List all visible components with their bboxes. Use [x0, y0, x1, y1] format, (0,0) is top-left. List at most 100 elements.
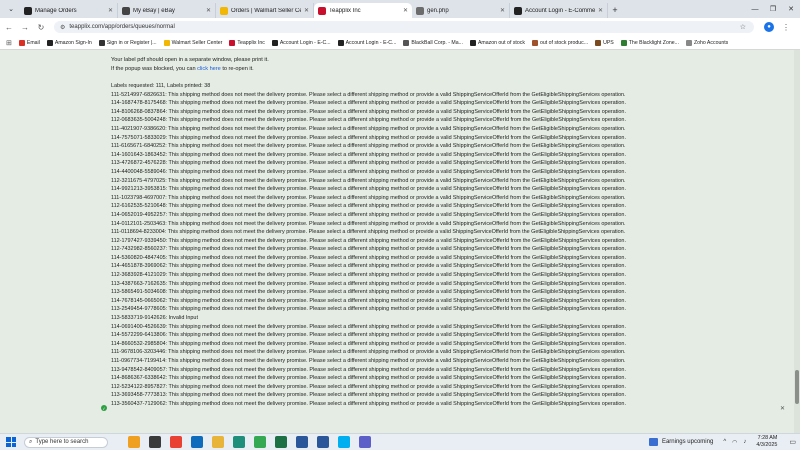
result-line: 111-4021907-9386620: This shipping metho… [111, 125, 626, 132]
file-explorer-icon[interactable] [212, 436, 224, 448]
tab-close-icon[interactable]: ✕ [598, 7, 603, 14]
teams-icon[interactable] [359, 436, 371, 448]
bookmark-item[interactable]: Zoho Accounts [685, 39, 728, 46]
bookmark-item[interactable]: UPS [595, 39, 614, 46]
bookmark-item[interactable]: Amazon out of stock [469, 39, 525, 46]
tab-close-icon[interactable]: ✕ [403, 7, 408, 14]
result-line: 111-1023798-4697007: This shipping metho… [111, 194, 626, 201]
result-line: 114-8660532-2985804: This shipping metho… [111, 340, 626, 347]
bookmark-label: Account Login - E-C... [345, 39, 397, 46]
result-line: 111-0967734-7199414: This shipping metho… [111, 358, 626, 364]
result-line: 114-4651878-3969062: This shipping metho… [111, 263, 626, 270]
scrollbar[interactable] [794, 50, 800, 433]
chrome-icon[interactable] [170, 436, 182, 448]
bookmark-label: Email [26, 39, 40, 46]
browser-tab[interactable]: gen.php ✕ [412, 3, 510, 18]
label-results: Labels requested: 111, Labels printed: 3… [111, 82, 671, 409]
tab-close-icon[interactable]: ✕ [500, 7, 505, 14]
toolbar: ← → ↻ ⚙ teapplix.com/app/orders/queues/n… [0, 18, 800, 36]
new-tab-button[interactable]: + [608, 3, 622, 17]
notifications-icon[interactable]: ▭ [789, 438, 796, 446]
result-line: 112-3683928-4121029: This shipping metho… [111, 272, 626, 279]
task-view-icon[interactable] [149, 436, 161, 448]
bookmark-item[interactable]: The Blacklight Zone... [620, 39, 679, 46]
bookmark-item[interactable]: Amazon Sign-In [46, 39, 92, 46]
minimize-button[interactable]: — [746, 0, 764, 18]
reopen-link[interactable]: click here [197, 66, 221, 72]
result-line: 113-4387663-7162635: This shipping metho… [111, 280, 626, 287]
reload-button[interactable]: ↻ [34, 20, 48, 34]
browser-tab[interactable]: My eBay | eBay ✕ [118, 3, 216, 18]
forward-button[interactable]: → [18, 20, 32, 34]
close-window-button[interactable]: ✕ [782, 0, 800, 18]
edge-icon[interactable] [233, 436, 245, 448]
result-line: 112-0683635-5004248: This shipping metho… [111, 117, 626, 124]
word-icon[interactable] [317, 436, 329, 448]
tab-title: Account Login - E-Commerce [525, 7, 595, 14]
search-icon: ⌕ [29, 438, 33, 445]
store-icon[interactable] [296, 436, 308, 448]
copilot-icon[interactable] [128, 436, 140, 448]
result-line: 114-5360820-4847405: This shipping metho… [111, 254, 626, 261]
bookmark-item[interactable]: Teapplix Inc [229, 39, 265, 46]
bookmark-star-icon[interactable]: ☆ [740, 23, 746, 31]
bookmark-item[interactable]: out of stock produc... [531, 39, 588, 46]
bookmark-item[interactable]: Account Login - E-C... [337, 39, 397, 46]
result-line: 114-0691400-4526639: This shipping metho… [111, 323, 626, 330]
excel-icon[interactable] [275, 436, 287, 448]
browser-tab[interactable]: Teapplix Inc ✕ [314, 3, 412, 18]
back-button[interactable]: ← [2, 20, 16, 34]
address-bar[interactable]: ⚙ teapplix.com/app/orders/queues/normal … [54, 21, 754, 33]
result-line: 114-9921213-3953815: This shipping metho… [111, 186, 626, 193]
result-line: 113-3560437-7129062: This shipping metho… [111, 400, 626, 407]
wifi-icon[interactable]: ◠ [732, 439, 737, 446]
tab-close-icon[interactable]: ✕ [206, 7, 211, 14]
chrome-icon-2[interactable] [254, 436, 266, 448]
result-line: 114-5572299-6413806: This shipping metho… [111, 332, 626, 339]
browser-menu-button[interactable]: ⋮ [782, 23, 790, 32]
bookmark-item[interactable]: BlackBall Corp. - Ma... [403, 39, 463, 46]
result-line: 113-3693458-7773813: This shipping metho… [111, 392, 626, 399]
result-line: 112-1797427-9339450: This shipping metho… [111, 237, 626, 244]
taskbar-apps [128, 436, 371, 448]
result-line: 113-5833719-9142626: Invalid Input [111, 315, 198, 322]
close-icon[interactable]: ✕ [780, 405, 785, 412]
tab-close-icon[interactable]: ✕ [108, 7, 113, 14]
clock[interactable]: 7:28 AM 4/3/2025 [756, 435, 777, 449]
bookmark-item[interactable]: Account Login - E-C... [271, 39, 331, 46]
browser-tab[interactable]: Account Login - E-Commerce✕ [510, 3, 608, 18]
bookmark-item[interactable]: Sign in or Register |... [98, 39, 157, 46]
result-line: 111-9678106-3203446: This shipping metho… [111, 349, 626, 356]
result-line: 113-9478542-8409057: This shipping metho… [111, 366, 626, 373]
bookmark-label: Walmart Seller Center [171, 39, 223, 46]
system-tray: ^ ◠ ♪ [723, 439, 746, 446]
scrollbar-thumb[interactable] [795, 370, 799, 404]
volume-icon[interactable]: ♪ [743, 439, 746, 445]
bookmark-label: Amazon out of stock [477, 39, 525, 46]
clock-date: 4/3/2025 [756, 442, 778, 448]
popup-message-2: If the popup was blocked, you can click … [111, 65, 671, 74]
restore-button[interactable]: ❐ [764, 0, 782, 18]
result-line: 114-7678145-0665062: This shipping metho… [111, 297, 626, 304]
bookmark-item[interactable]: Walmart Seller Center [163, 39, 223, 46]
bookmark-favicon-icon [46, 39, 53, 46]
weather-widget[interactable]: Earnings upcoming [648, 438, 713, 446]
tab-close-icon[interactable]: ✕ [304, 7, 309, 14]
tab-title: Teapplix Inc [329, 7, 361, 14]
result-line: 114-0112101-2503463: This shipping metho… [111, 220, 626, 227]
skype-icon[interactable] [338, 436, 350, 448]
profile-avatar[interactable]: ● [764, 22, 774, 32]
outlook-icon[interactable] [191, 436, 203, 448]
bookmark-item[interactable]: Email [18, 39, 40, 46]
windows-start-icon[interactable] [6, 437, 16, 447]
result-line: 114-8686367-6338642: This shipping metho… [111, 375, 626, 382]
taskbar-search[interactable]: ⌕ Type here to search [24, 436, 108, 448]
browser-tab[interactable]: Manage Orders ✕ [20, 3, 118, 18]
tray-chevron-icon[interactable]: ^ [723, 439, 726, 445]
url-text[interactable]: teapplix.com/app/orders/queues/normal [69, 24, 735, 30]
bookmark-label: UPS [603, 39, 614, 46]
tab-search-button[interactable]: ⌄ [4, 2, 18, 16]
bookmarks-bar: ⊞ Email Amazon Sign-In Sign in or Register… [0, 36, 800, 50]
site-info-icon[interactable]: ⚙ [60, 24, 65, 31]
browser-tab[interactable]: Orders | Walmart Seller Center✕ [216, 3, 314, 18]
